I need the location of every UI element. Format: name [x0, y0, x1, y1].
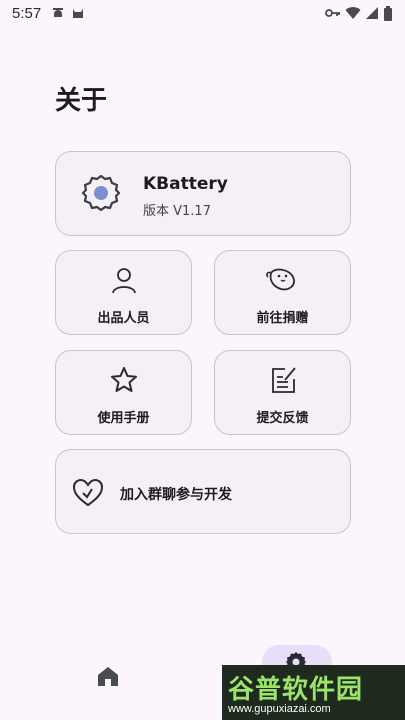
- person-icon: [109, 265, 139, 295]
- credits-card[interactable]: 出品人员: [55, 250, 192, 335]
- app-version: 版本 V1.17: [143, 204, 211, 219]
- status-time: 5:57: [12, 4, 42, 22]
- manual-card[interactable]: 使用手册: [55, 350, 192, 435]
- tadpole-icon: [265, 265, 298, 295]
- android-debug-icon: [51, 6, 65, 20]
- watermark-text: 谷普软件园: [228, 675, 364, 705]
- edit-note-icon: [268, 365, 298, 395]
- watermark-url: www.gupuxiazai.com: [228, 703, 331, 715]
- manual-label: 使用手册: [97, 411, 150, 426]
- home-icon[interactable]: [94, 662, 122, 690]
- feedback-card[interactable]: 提交反馈: [214, 350, 351, 435]
- feedback-label: 提交反馈: [256, 411, 309, 426]
- battery-icon: [383, 5, 393, 21]
- join-group-label: 加入群聊参与开发: [120, 487, 232, 503]
- app-info-card[interactable]: KBattery 版本 V1.17: [55, 151, 351, 236]
- status-bar: 5:57: [0, 0, 405, 26]
- cat-icon: [71, 6, 85, 20]
- gear-icon: [80, 172, 122, 214]
- heart-icon: [71, 476, 105, 510]
- key-icon: [325, 7, 341, 19]
- donate-card[interactable]: 前往捐赠: [214, 250, 351, 335]
- watermark: 谷普软件园 www.gupuxiazai.com: [222, 665, 405, 720]
- page-title: 关于: [55, 86, 108, 116]
- app-name: KBattery: [143, 174, 228, 194]
- star-icon: [109, 365, 139, 395]
- signal-icon: [365, 6, 379, 20]
- donate-label: 前往捐赠: [256, 311, 309, 326]
- wifi-icon: [345, 6, 361, 20]
- credits-label: 出品人员: [97, 311, 150, 326]
- join-group-card[interactable]: 加入群聊参与开发: [55, 449, 351, 534]
